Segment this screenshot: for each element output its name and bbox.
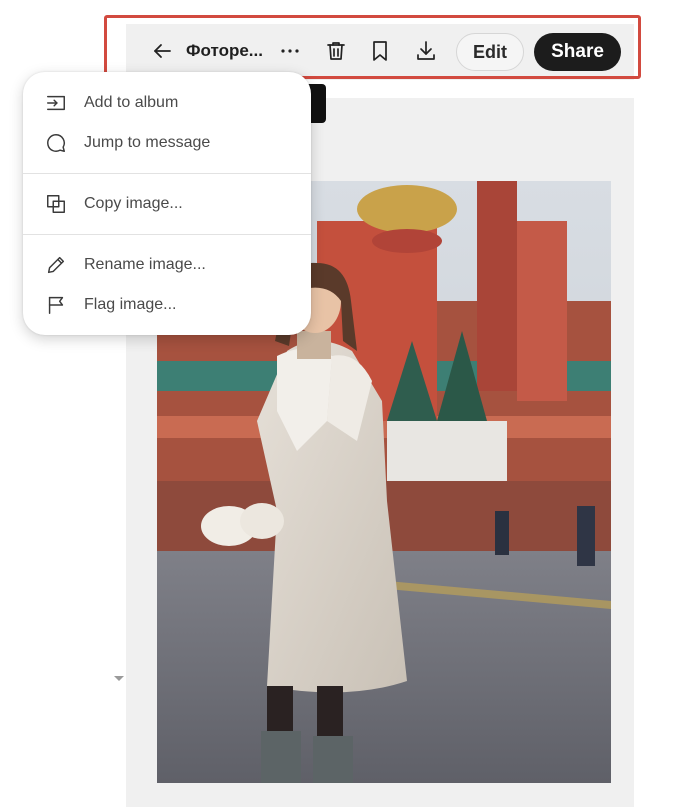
trash-icon bbox=[327, 42, 345, 60]
more-menu: Add to album Jump to message Copy image.… bbox=[23, 72, 311, 335]
menu-item-flag-image[interactable]: Flag image... bbox=[23, 287, 311, 323]
bookmark-icon bbox=[373, 41, 387, 61]
menu-item-label: Rename image... bbox=[84, 256, 206, 273]
flag-icon bbox=[44, 293, 68, 317]
edit-button[interactable]: Edit bbox=[456, 33, 524, 71]
menu-divider bbox=[23, 234, 311, 235]
menu-item-label: Jump to message bbox=[84, 134, 211, 151]
menu-item-label: Add to album bbox=[84, 94, 179, 111]
pencil-icon bbox=[44, 253, 68, 277]
menu-item-rename-image[interactable]: Rename image... bbox=[23, 247, 311, 283]
copy-icon bbox=[44, 192, 68, 216]
menu-item-jump-to-message[interactable]: Jump to message bbox=[23, 125, 311, 161]
menu-item-label: Copy image... bbox=[84, 195, 183, 212]
menu-divider bbox=[23, 173, 311, 174]
share-button[interactable]: Share bbox=[534, 33, 621, 71]
scroll-caret-icon[interactable] bbox=[114, 676, 124, 681]
menu-item-add-to-album[interactable]: Add to album bbox=[23, 85, 311, 121]
add-to-album-icon bbox=[44, 91, 68, 115]
bookmark-button[interactable] bbox=[364, 31, 396, 71]
menu-item-copy-image[interactable]: Copy image... bbox=[23, 186, 311, 222]
download-button[interactable] bbox=[410, 31, 442, 71]
download-icon bbox=[417, 41, 435, 60]
back-button[interactable] bbox=[146, 31, 178, 71]
ellipsis-icon bbox=[281, 49, 299, 53]
arrow-left-icon bbox=[154, 44, 171, 58]
menu-item-label: Flag image... bbox=[84, 296, 177, 313]
chat-bubble-icon bbox=[44, 131, 68, 155]
more-button[interactable] bbox=[274, 31, 306, 71]
delete-button[interactable] bbox=[320, 31, 352, 71]
image-title: Фоторе... bbox=[186, 41, 263, 60]
